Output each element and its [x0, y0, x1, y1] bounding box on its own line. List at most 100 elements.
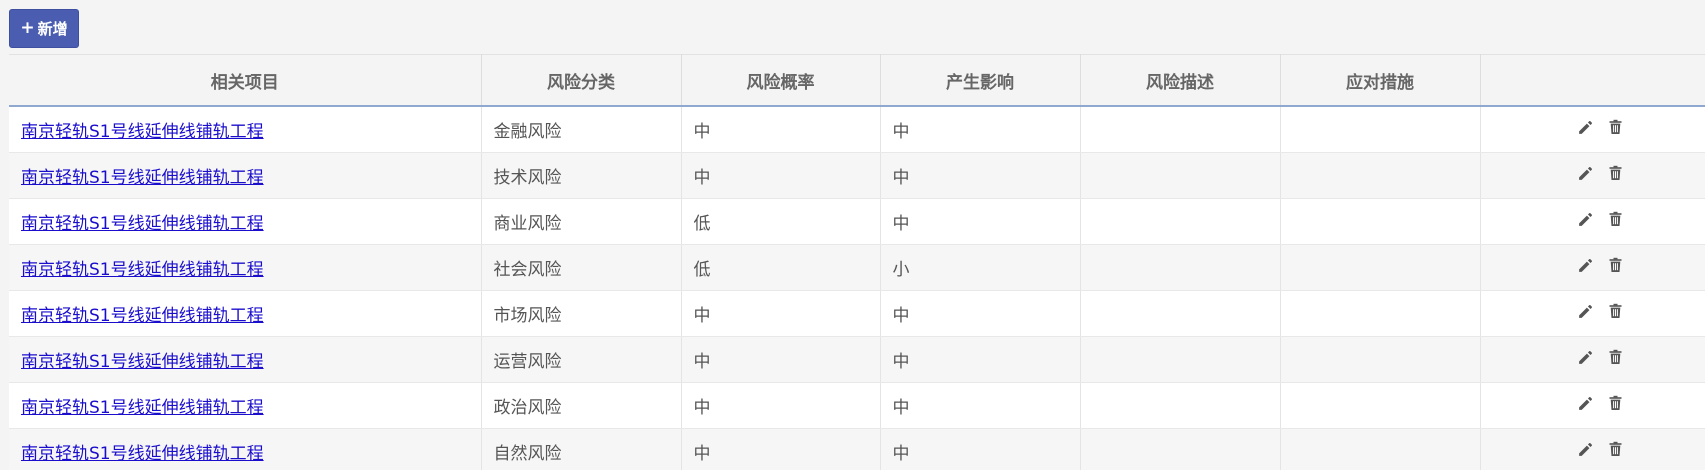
cell-impact: 中 — [880, 290, 1081, 337]
cell-measures — [1280, 336, 1481, 383]
cell-category: 商业风险 — [481, 198, 682, 245]
risk-table: 相关项目 风险分类 风险概率 产生影响 风险描述 应对措施 南京轻轨S1号线延伸… — [9, 54, 1705, 470]
table-row: 南京轻轨S1号线延伸线铺轨工程 商业风险低中 — [9, 198, 1705, 245]
cell-probability: 中 — [681, 152, 881, 199]
cell-probability: 中 — [681, 290, 881, 337]
cell-impact: 中 — [880, 336, 1081, 383]
cell-measures — [1280, 106, 1481, 153]
cell-measures — [1280, 198, 1481, 245]
pencil-icon[interactable] — [1577, 348, 1595, 366]
column-header-measures[interactable]: 应对措施 — [1280, 54, 1481, 107]
cell-category: 政治风险 — [481, 382, 682, 429]
column-header-probability[interactable]: 风险概率 — [681, 54, 881, 107]
cell-project: 南京轻轨S1号线延伸线铺轨工程 — [9, 336, 482, 383]
table-body: 南京轻轨S1号线延伸线铺轨工程 金融风险中中南京轻轨S1号线延伸线铺轨工程 技术风险… — [9, 106, 1705, 470]
project-link[interactable]: 南京轻轨S1号线延伸线铺轨工程 — [21, 214, 264, 234]
cell-project: 南京轻轨S1号线延伸线铺轨工程 — [9, 244, 482, 291]
trash-icon[interactable] — [1607, 440, 1625, 458]
cell-actions — [1480, 382, 1705, 429]
cell-category: 市场风险 — [481, 290, 682, 337]
cell-project: 南京轻轨S1号线延伸线铺轨工程 — [9, 290, 482, 337]
project-link[interactable]: 南京轻轨S1号线延伸线铺轨工程 — [21, 444, 264, 464]
cell-category: 运营风险 — [481, 336, 682, 383]
pencil-icon[interactable] — [1577, 118, 1595, 136]
column-header-description[interactable]: 风险描述 — [1080, 54, 1281, 107]
cell-description — [1080, 198, 1281, 245]
cell-actions — [1480, 152, 1705, 199]
column-header-category[interactable]: 风险分类 — [481, 54, 682, 107]
cell-probability: 低 — [681, 244, 881, 291]
table-header-row: 相关项目 风险分类 风险概率 产生影响 风险描述 应对措施 — [9, 54, 1705, 107]
pencil-icon[interactable] — [1577, 394, 1595, 412]
cell-project: 南京轻轨S1号线延伸线铺轨工程 — [9, 106, 482, 153]
trash-icon[interactable] — [1607, 302, 1625, 320]
table-row: 南京轻轨S1号线延伸线铺轨工程 自然风险中中 — [9, 428, 1705, 470]
project-link[interactable]: 南京轻轨S1号线延伸线铺轨工程 — [21, 168, 264, 188]
cell-impact: 中 — [880, 152, 1081, 199]
table-row: 南京轻轨S1号线延伸线铺轨工程 市场风险中中 — [9, 290, 1705, 337]
cell-probability: 中 — [681, 428, 881, 470]
trash-icon[interactable] — [1607, 394, 1625, 412]
pencil-icon[interactable] — [1577, 164, 1595, 182]
pencil-icon[interactable] — [1577, 256, 1595, 274]
column-header-impact[interactable]: 产生影响 — [880, 54, 1081, 107]
project-link[interactable]: 南京轻轨S1号线延伸线铺轨工程 — [21, 352, 264, 372]
column-header-actions — [1480, 54, 1705, 107]
cell-impact: 小 — [880, 244, 1081, 291]
cell-actions — [1480, 428, 1705, 470]
cell-description — [1080, 428, 1281, 470]
trash-icon[interactable] — [1607, 210, 1625, 228]
cell-description — [1080, 106, 1281, 153]
column-header-project[interactable]: 相关项目 — [9, 54, 482, 107]
add-button-label: 新增 — [37, 20, 68, 38]
cell-measures — [1280, 244, 1481, 291]
trash-icon[interactable] — [1607, 256, 1625, 274]
cell-measures — [1280, 382, 1481, 429]
cell-probability: 低 — [681, 198, 881, 245]
pencil-icon[interactable] — [1577, 302, 1595, 320]
table-row: 南京轻轨S1号线延伸线铺轨工程 社会风险低小 — [9, 244, 1705, 291]
cell-probability: 中 — [681, 382, 881, 429]
trash-icon[interactable] — [1607, 164, 1625, 182]
trash-icon[interactable] — [1607, 348, 1625, 366]
table-row: 南京轻轨S1号线延伸线铺轨工程 技术风险中中 — [9, 152, 1705, 199]
cell-category: 技术风险 — [481, 152, 682, 199]
project-link[interactable]: 南京轻轨S1号线延伸线铺轨工程 — [21, 306, 264, 326]
pencil-icon[interactable] — [1577, 210, 1595, 228]
pencil-icon[interactable] — [1577, 440, 1595, 458]
cell-project: 南京轻轨S1号线延伸线铺轨工程 — [9, 152, 482, 199]
cell-actions — [1480, 244, 1705, 291]
cell-description — [1080, 152, 1281, 199]
cell-category: 金融风险 — [481, 106, 682, 153]
cell-project: 南京轻轨S1号线延伸线铺轨工程 — [9, 428, 482, 470]
project-link[interactable]: 南京轻轨S1号线延伸线铺轨工程 — [21, 122, 264, 142]
project-link[interactable]: 南京轻轨S1号线延伸线铺轨工程 — [21, 398, 264, 418]
cell-actions — [1480, 106, 1705, 153]
project-link[interactable]: 南京轻轨S1号线延伸线铺轨工程 — [21, 260, 264, 280]
cell-impact: 中 — [880, 198, 1081, 245]
table-row: 南京轻轨S1号线延伸线铺轨工程 政治风险中中 — [9, 382, 1705, 429]
table-row: 南京轻轨S1号线延伸线铺轨工程 金融风险中中 — [9, 106, 1705, 153]
cell-project: 南京轻轨S1号线延伸线铺轨工程 — [9, 382, 482, 429]
cell-actions — [1480, 290, 1705, 337]
table-row: 南京轻轨S1号线延伸线铺轨工程 运营风险中中 — [9, 336, 1705, 383]
cell-impact: 中 — [880, 106, 1081, 153]
cell-description — [1080, 382, 1281, 429]
cell-description — [1080, 336, 1281, 383]
cell-measures — [1280, 152, 1481, 199]
cell-impact: 中 — [880, 428, 1081, 470]
cell-probability: 中 — [681, 336, 881, 383]
cell-description — [1080, 290, 1281, 337]
cell-category: 社会风险 — [481, 244, 682, 291]
cell-measures — [1280, 428, 1481, 470]
cell-description — [1080, 244, 1281, 291]
add-button[interactable]: + 新增 — [9, 9, 79, 48]
cell-probability: 中 — [681, 106, 881, 153]
cell-actions — [1480, 198, 1705, 245]
risk-list-page: + 新增 相关项目 风险分类 风险概率 产生影响 风险描述 应对措施 南京轻轨S… — [0, 0, 1705, 470]
cell-measures — [1280, 290, 1481, 337]
cell-actions — [1480, 336, 1705, 383]
trash-icon[interactable] — [1607, 118, 1625, 136]
cell-impact: 中 — [880, 382, 1081, 429]
cell-project: 南京轻轨S1号线延伸线铺轨工程 — [9, 198, 482, 245]
